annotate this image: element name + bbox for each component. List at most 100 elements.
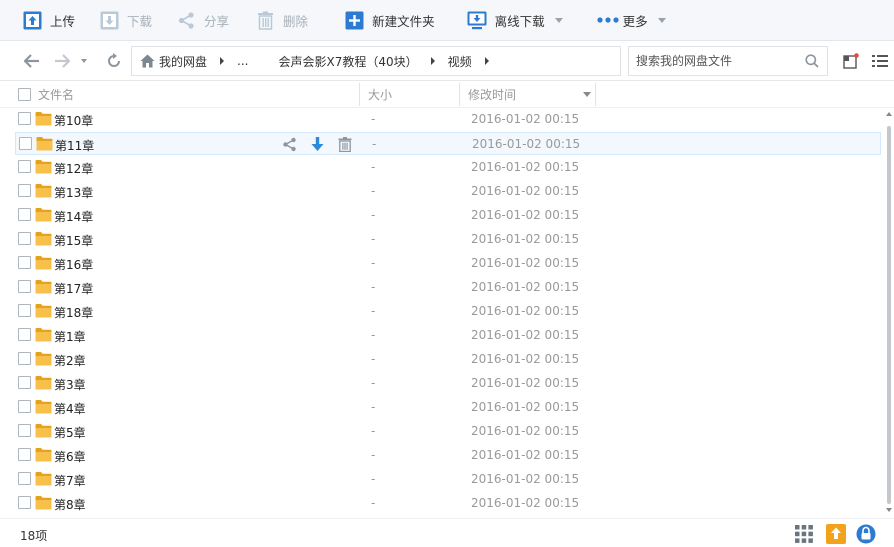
select-all-checkbox[interactable] bbox=[18, 88, 31, 101]
row-checkbox[interactable] bbox=[18, 424, 31, 437]
file-name[interactable]: 第4章 bbox=[54, 400, 86, 417]
file-modified: 2016-01-02 00:15 bbox=[471, 472, 580, 486]
delete-button[interactable]: 删除 bbox=[245, 0, 318, 41]
column-modified[interactable]: 修改时间 bbox=[468, 81, 516, 108]
breadcrumb-separator-icon bbox=[484, 57, 489, 65]
row-share-icon[interactable] bbox=[281, 136, 297, 152]
row-checkbox[interactable] bbox=[18, 280, 31, 293]
offline-download-button[interactable]: 离线下载 bbox=[457, 0, 573, 41]
sort-caret-icon[interactable] bbox=[583, 92, 591, 97]
list-view-icon bbox=[872, 55, 888, 67]
upload-button[interactable]: 上传 bbox=[12, 0, 85, 41]
row-checkbox[interactable] bbox=[18, 448, 31, 461]
history-dropdown[interactable] bbox=[78, 51, 90, 71]
file-size: - bbox=[371, 424, 376, 438]
scrollbar[interactable] bbox=[884, 108, 894, 518]
row-checkbox[interactable] bbox=[19, 137, 32, 150]
new-folder-button[interactable]: 新建文件夹 bbox=[334, 0, 445, 41]
file-name[interactable]: 第6章 bbox=[54, 448, 86, 465]
list-view-button[interactable] bbox=[870, 51, 890, 71]
file-size: - bbox=[371, 160, 376, 174]
file-row[interactable]: 第12章 - 2016-01-02 00:15 bbox=[15, 156, 881, 179]
download-button[interactable]: 下载 bbox=[89, 0, 162, 41]
file-name[interactable]: 第18章 bbox=[54, 304, 93, 321]
share-button[interactable]: 分享 bbox=[166, 0, 239, 41]
file-name[interactable]: 第3章 bbox=[54, 376, 86, 393]
file-row[interactable]: 第1章 - 2016-01-02 00:15 bbox=[15, 324, 881, 347]
back-button[interactable] bbox=[22, 51, 42, 71]
file-row[interactable]: 第16章 - 2016-01-02 00:15 bbox=[15, 252, 881, 275]
file-row[interactable]: 第14章 - 2016-01-02 00:15 bbox=[15, 204, 881, 227]
breadcrumb-current[interactable]: 视频 bbox=[448, 53, 472, 70]
scrollbar-thumb[interactable] bbox=[887, 126, 891, 504]
file-row[interactable]: 第17章 - 2016-01-02 00:15 bbox=[15, 276, 881, 299]
file-name[interactable]: 第16章 bbox=[54, 256, 93, 273]
offline-download-icon bbox=[467, 10, 487, 30]
grid-view-icon[interactable] bbox=[795, 525, 813, 543]
file-name[interactable]: 第15章 bbox=[54, 232, 93, 249]
file-row[interactable]: 第4章 - 2016-01-02 00:15 bbox=[15, 396, 881, 419]
file-name[interactable]: 第13章 bbox=[54, 184, 93, 201]
file-size: - bbox=[371, 448, 376, 462]
file-row[interactable]: 第2章 - 2016-01-02 00:15 bbox=[15, 348, 881, 371]
file-modified: 2016-01-02 00:15 bbox=[471, 112, 580, 126]
row-checkbox[interactable] bbox=[18, 208, 31, 221]
lock-icon[interactable] bbox=[856, 524, 876, 544]
row-checkbox[interactable] bbox=[18, 400, 31, 413]
upload-queue-icon[interactable] bbox=[826, 524, 846, 544]
file-row[interactable]: 第13章 - 2016-01-02 00:15 bbox=[15, 180, 881, 203]
row-checkbox[interactable] bbox=[18, 184, 31, 197]
file-row[interactable]: 第10章 - 2016-01-02 00:15 bbox=[15, 108, 881, 131]
row-checkbox[interactable] bbox=[18, 496, 31, 509]
file-row[interactable]: 第3章 - 2016-01-02 00:15 bbox=[15, 372, 881, 395]
file-modified: 2016-01-02 00:15 bbox=[471, 208, 580, 222]
search-input[interactable] bbox=[629, 47, 794, 75]
row-checkbox[interactable] bbox=[18, 376, 31, 389]
breadcrumb-ellipsis[interactable]: ... bbox=[237, 54, 248, 68]
row-checkbox[interactable] bbox=[18, 232, 31, 245]
row-checkbox[interactable] bbox=[18, 160, 31, 173]
chevron-down-icon bbox=[554, 17, 563, 23]
file-name[interactable]: 第17章 bbox=[54, 280, 93, 297]
scroll-down-icon[interactable] bbox=[886, 508, 892, 512]
file-name[interactable]: 第14章 bbox=[54, 208, 93, 225]
item-count: 18项 bbox=[20, 529, 48, 543]
column-size[interactable]: 大小 bbox=[368, 81, 392, 108]
file-name[interactable]: 第8章 bbox=[54, 496, 86, 513]
file-row[interactable]: 第11章 - 2016-01-02 00:15 bbox=[15, 132, 881, 155]
forward-button[interactable] bbox=[52, 51, 72, 71]
layout-toggle-button[interactable] bbox=[841, 51, 861, 71]
file-row[interactable]: 第6章 - 2016-01-02 00:15 bbox=[15, 444, 881, 467]
file-name[interactable]: 第2章 bbox=[54, 352, 86, 369]
breadcrumb-folder[interactable]: 会声会影X7教程（40块） bbox=[278, 53, 417, 70]
file-name[interactable]: 第7章 bbox=[54, 472, 86, 489]
file-row[interactable]: 第15章 - 2016-01-02 00:15 bbox=[15, 228, 881, 251]
search-icon[interactable] bbox=[805, 54, 819, 68]
download-label: 下载 bbox=[127, 13, 153, 29]
file-row[interactable]: 第18章 - 2016-01-02 00:15 bbox=[15, 300, 881, 323]
row-checkbox[interactable] bbox=[18, 328, 31, 341]
file-row[interactable]: 第8章 - 2016-01-02 00:15 bbox=[15, 492, 881, 515]
file-name[interactable]: 第5章 bbox=[54, 424, 86, 441]
row-checkbox[interactable] bbox=[18, 472, 31, 485]
row-checkbox[interactable] bbox=[18, 256, 31, 269]
more-button[interactable]: 更多 bbox=[587, 0, 676, 41]
refresh-button[interactable] bbox=[104, 51, 124, 71]
row-checkbox[interactable] bbox=[18, 352, 31, 365]
scroll-up-icon[interactable] bbox=[886, 112, 892, 116]
row-download-icon[interactable] bbox=[309, 136, 325, 152]
new-folder-label: 新建文件夹 bbox=[372, 13, 435, 29]
file-name[interactable]: 第1章 bbox=[54, 328, 86, 345]
file-name[interactable]: 第11章 bbox=[55, 137, 94, 154]
row-checkbox[interactable] bbox=[18, 112, 31, 125]
file-name[interactable]: 第10章 bbox=[54, 112, 93, 129]
breadcrumb-root[interactable]: 我的网盘 bbox=[159, 53, 207, 70]
file-row[interactable]: 第7章 - 2016-01-02 00:15 bbox=[15, 468, 881, 491]
row-checkbox[interactable] bbox=[18, 304, 31, 317]
column-name[interactable]: 文件名 bbox=[38, 81, 74, 108]
file-name[interactable]: 第12章 bbox=[54, 160, 93, 177]
file-modified: 2016-01-02 00:15 bbox=[471, 280, 580, 294]
file-row[interactable]: 第5章 - 2016-01-02 00:15 bbox=[15, 420, 881, 443]
row-trash-icon[interactable] bbox=[337, 136, 353, 152]
file-size: - bbox=[371, 376, 376, 390]
